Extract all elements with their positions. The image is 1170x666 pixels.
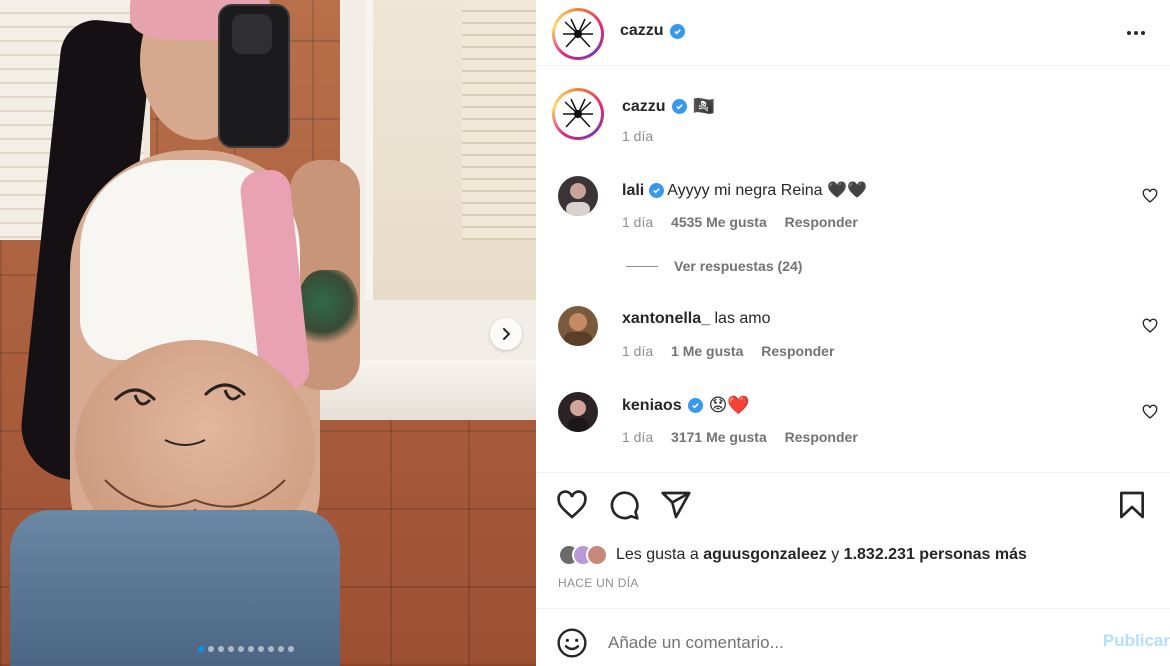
comment-text: xantonella_ las amo	[622, 310, 771, 328]
post-details-panel: cazzu cazzu 🏴‍☠️ 1 día	[536, 0, 1170, 666]
view-replies-button[interactable]: Ver respuestas (24)	[626, 258, 802, 274]
more-icon	[1127, 31, 1131, 35]
comment-username[interactable]: keniaos	[622, 397, 682, 415]
comment-input[interactable]	[608, 627, 1068, 659]
caption-time: 1 día	[622, 128, 654, 144]
view-replies-label: Ver respuestas (24)	[674, 258, 803, 274]
carousel-dots	[198, 646, 294, 652]
comment-likes[interactable]: 1 Me gusta	[671, 343, 743, 359]
comment-likes[interactable]: 4535 Me gusta	[671, 214, 767, 230]
carousel-dot	[228, 646, 234, 652]
likes-prefix: Les gusta a	[616, 546, 699, 563]
bookmark-icon[interactable]	[1116, 489, 1148, 521]
comment-time: 1 día	[622, 214, 654, 230]
carousel-dot	[258, 646, 264, 652]
caption-avatar[interactable]	[552, 88, 604, 140]
author-avatar[interactable]	[552, 8, 604, 60]
post-header: cazzu	[536, 0, 1170, 66]
spider-logo	[555, 11, 601, 57]
comment-meta: 1 día 4535 Me gusta Responder	[622, 214, 858, 230]
comment-composer: Publicar	[536, 608, 1170, 666]
carousel-dot	[218, 646, 224, 652]
comment-meta: 1 día 3171 Me gusta Responder	[622, 429, 858, 445]
heart-icon[interactable]	[556, 489, 588, 521]
post-timestamp: HACE UN DÍA	[558, 576, 639, 590]
arm-tattoo	[298, 270, 358, 350]
comment-body: las amo	[714, 310, 771, 327]
more-options-button[interactable]	[1122, 22, 1150, 44]
carousel-dot	[278, 646, 284, 652]
post-image[interactable]	[0, 0, 536, 666]
carousel-dot	[268, 646, 274, 652]
comment-likes[interactable]: 3171 Me gusta	[671, 429, 767, 445]
publish-button[interactable]: Publicar	[1103, 631, 1170, 651]
carousel-dot	[248, 646, 254, 652]
divider-line	[626, 265, 658, 267]
comment-icon[interactable]	[608, 489, 640, 521]
commenter-avatar[interactable]	[558, 176, 598, 216]
comment-username[interactable]: lali	[622, 182, 644, 199]
pirate-flag-emoji: 🏴‍☠️	[692, 96, 715, 117]
caption-row: cazzu 🏴‍☠️ 1 día	[536, 86, 1170, 146]
comment-row: keniaos 😟❤️ 1 día 3171 Me gusta Responde…	[536, 392, 1170, 452]
caption-username[interactable]: cazzu	[622, 98, 666, 116]
comment-body: Ayyyy mi negra Reina 🖤🖤	[667, 182, 867, 199]
likes-conjunction: y	[831, 546, 840, 563]
likes-count[interactable]: 1.832.231 personas más	[844, 546, 1027, 563]
liker-avatar	[586, 544, 608, 566]
verified-badge-icon	[669, 23, 685, 39]
send-icon[interactable]	[660, 489, 692, 521]
verified-badge-icon	[648, 183, 664, 199]
comment-text: lali Ayyyy mi negra Reina 🖤🖤	[622, 180, 867, 200]
liker-username[interactable]: aguusgonzaleez	[703, 546, 827, 563]
chevron-right-icon	[503, 328, 510, 340]
comment-row: xantonella_ las amo 1 día 1 Me gusta Res…	[536, 306, 1170, 366]
spider-icon	[563, 98, 593, 128]
heart-icon[interactable]	[1142, 318, 1158, 334]
reply-button[interactable]: Responder	[785, 214, 858, 230]
carousel-dot	[238, 646, 244, 652]
spider-icon	[563, 18, 593, 48]
comment-body: 😟❤️	[708, 395, 750, 416]
comment-row: lali Ayyyy mi negra Reina 🖤🖤 1 día 4535 …	[536, 176, 1170, 236]
window-blinds-right	[462, 0, 536, 240]
verified-badge-icon	[671, 99, 687, 114]
reply-button[interactable]: Responder	[761, 343, 834, 359]
verified-badge-icon	[687, 398, 703, 413]
comment-time: 1 día	[622, 429, 654, 445]
author-username[interactable]: cazzu	[620, 22, 664, 40]
commenter-avatar[interactable]	[558, 392, 598, 432]
person-shorts	[10, 510, 340, 666]
comment-text: keniaos 😟❤️	[622, 395, 750, 416]
comment-meta: 1 día 1 Me gusta Responder	[622, 343, 834, 359]
phone-camera	[232, 14, 272, 54]
reply-button[interactable]: Responder	[785, 429, 858, 445]
carousel-dot	[208, 646, 214, 652]
likes-summary[interactable]: Les gusta a aguusgonzaleez y 1.832.231 p…	[558, 544, 1027, 566]
comment-time: 1 día	[622, 343, 654, 359]
emoji-icon[interactable]	[556, 627, 588, 659]
heart-icon[interactable]	[1142, 188, 1158, 204]
carousel-dot	[288, 646, 294, 652]
carousel-dot	[198, 646, 204, 652]
comment-username[interactable]: xantonella_	[622, 310, 710, 327]
heart-icon[interactable]	[1142, 404, 1158, 420]
commenter-avatar[interactable]	[558, 306, 598, 346]
next-slide-button[interactable]	[490, 318, 522, 350]
likes-text: Les gusta a aguusgonzaleez y 1.832.231 p…	[616, 546, 1027, 564]
